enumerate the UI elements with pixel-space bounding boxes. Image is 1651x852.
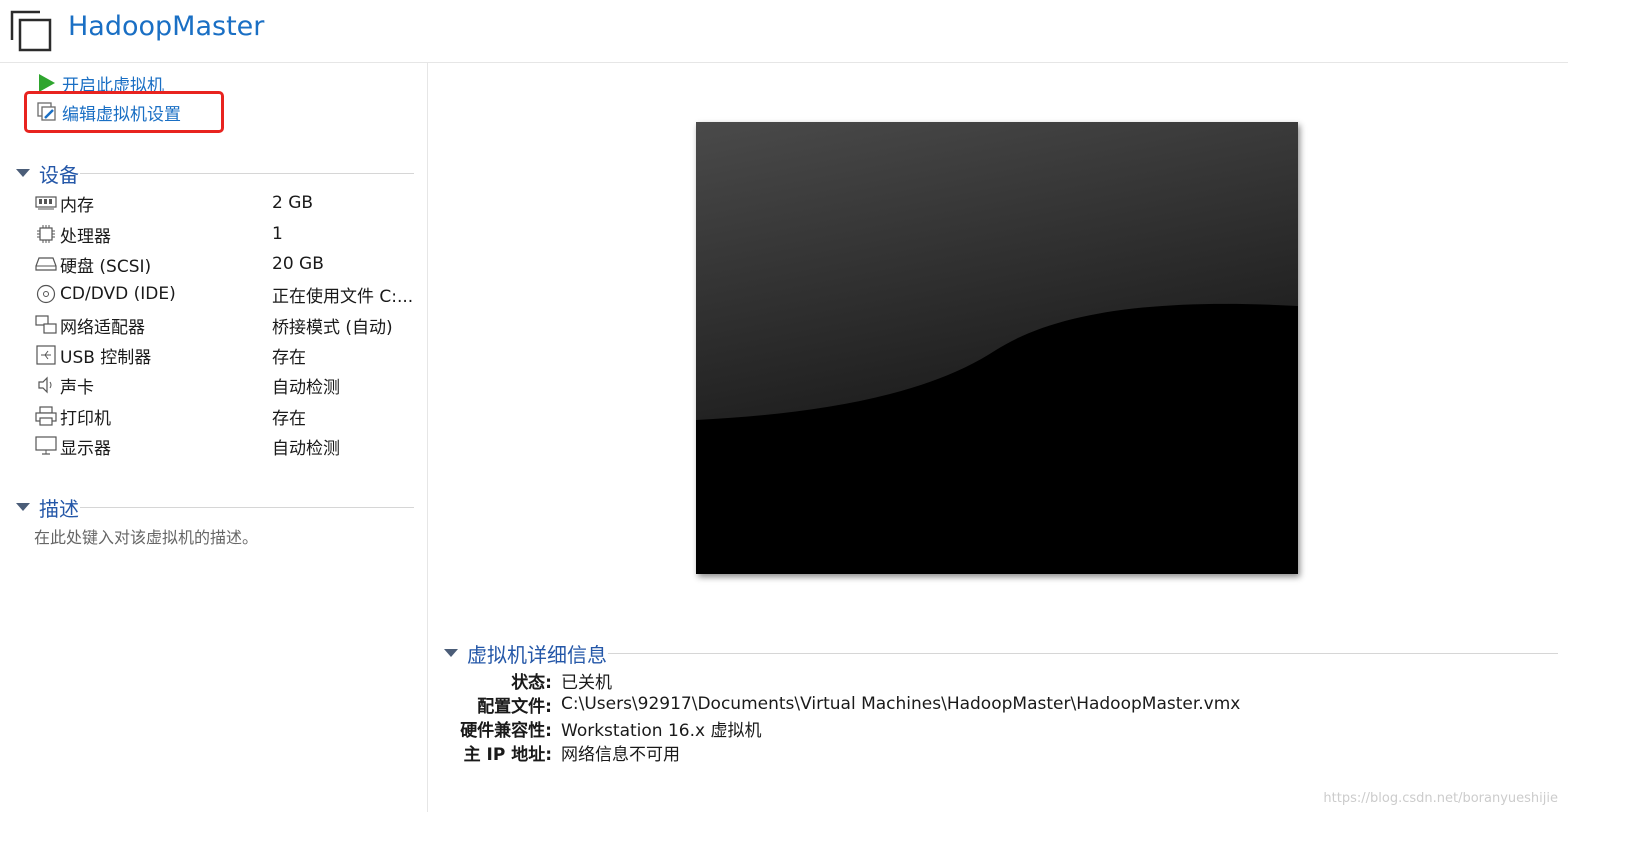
device-name: 硬盘 (SCSI) [60, 256, 152, 277]
description-divider [80, 507, 414, 508]
network-adapter-icon [34, 315, 58, 335]
device-row-memory[interactable]: 内存 2 GB [34, 189, 424, 217]
memory-icon [34, 193, 58, 213]
left-panel: 开启此虚拟机 编辑虚拟机设置 设备 内存 2 GB 处理器 1 硬盘 (SCSI… [0, 62, 428, 812]
device-name: 网络适配器 [60, 317, 145, 338]
printer-icon [34, 406, 58, 426]
device-value: 存在 [272, 347, 306, 368]
device-name: 显示器 [60, 438, 111, 459]
vm-details-divider [608, 653, 1558, 654]
device-name: USB 控制器 [60, 347, 152, 368]
vm-preview-thumbnail[interactable] [696, 122, 1298, 574]
detail-label: 状态: [511, 672, 552, 693]
monitor-icon [34, 436, 58, 456]
usb-icon [34, 345, 58, 365]
device-row-printer[interactable]: 打印机 存在 [34, 402, 424, 430]
cd-dvd-icon [34, 284, 58, 304]
device-name: 内存 [60, 195, 94, 216]
device-row-network[interactable]: 网络适配器 桥接模式 (自动) [34, 311, 424, 339]
vm-title: HadoopMaster [68, 11, 265, 42]
speaker-icon [34, 375, 58, 395]
devices-section-title: 设备 [39, 162, 79, 187]
device-value: 正在使用文件 C:... [272, 286, 414, 307]
detail-row-hardware-compat: 硬件兼容性: Workstation 16.x 虚拟机 [428, 716, 762, 741]
device-row-cddvd[interactable]: CD/DVD (IDE) 正在使用文件 C:... [34, 280, 424, 308]
processor-icon [34, 224, 58, 244]
vm-window-icon [10, 10, 52, 52]
detail-label: 配置文件: [477, 696, 552, 717]
device-name: CD/DVD (IDE) [60, 284, 176, 304]
watermark: https://blog.csdn.net/boranyueshijie [1323, 791, 1558, 806]
device-name: 打印机 [60, 408, 111, 429]
detail-value: 网络信息不可用 [561, 744, 680, 765]
device-value: 2 GB [272, 193, 314, 213]
device-name: 声卡 [60, 377, 94, 398]
device-value: 存在 [272, 408, 306, 429]
description-field[interactable]: 在此处键入对该虚拟机的描述。 [34, 524, 258, 548]
highlight-box [24, 91, 224, 133]
devices-section-header[interactable]: 设备 [16, 160, 79, 187]
vm-preview-screen [696, 122, 1298, 574]
device-value: 桥接模式 (自动) [272, 317, 393, 338]
detail-value: 已关机 [561, 672, 612, 693]
vm-details-section-header[interactable]: 虚拟机详细信息 [444, 640, 607, 667]
device-row-usb[interactable]: USB 控制器 存在 [34, 341, 424, 369]
right-panel: 虚拟机详细信息 状态: 已关机 配置文件: C:\Users\92917\Doc… [428, 62, 1568, 812]
device-name: 处理器 [60, 226, 111, 247]
device-value: 20 GB [272, 254, 324, 274]
detail-row-ip-address: 主 IP 地址: 网络信息不可用 [428, 740, 680, 765]
device-value: 自动检测 [272, 438, 340, 459]
detail-label: 主 IP 地址: [463, 744, 552, 765]
detail-row-status: 状态: 已关机 [428, 668, 612, 693]
collapse-triangle-icon [444, 649, 458, 657]
detail-label: 硬件兼容性: [460, 720, 552, 741]
device-row-display[interactable]: 显示器 自动检测 [34, 432, 424, 460]
harddisk-icon [34, 254, 58, 274]
devices-divider [80, 173, 414, 174]
description-section-header[interactable]: 描述 [16, 494, 79, 521]
collapse-triangle-icon [16, 169, 30, 177]
device-value: 自动检测 [272, 377, 340, 398]
device-row-harddisk[interactable]: 硬盘 (SCSI) 20 GB [34, 250, 424, 278]
device-value: 1 [272, 224, 283, 244]
description-section-title: 描述 [39, 496, 79, 521]
collapse-triangle-icon [16, 503, 30, 511]
device-row-soundcard[interactable]: 声卡 自动检测 [34, 371, 424, 399]
vm-details-section-title: 虚拟机详细信息 [467, 642, 607, 667]
detail-value: C:\Users\92917\Documents\Virtual Machine… [561, 694, 1241, 714]
device-row-processor[interactable]: 处理器 1 [34, 220, 424, 248]
detail-value: Workstation 16.x 虚拟机 [561, 720, 762, 741]
header: HadoopMaster [0, 0, 1568, 63]
detail-row-config-file: 配置文件: C:\Users\92917\Documents\Virtual M… [428, 692, 1241, 717]
